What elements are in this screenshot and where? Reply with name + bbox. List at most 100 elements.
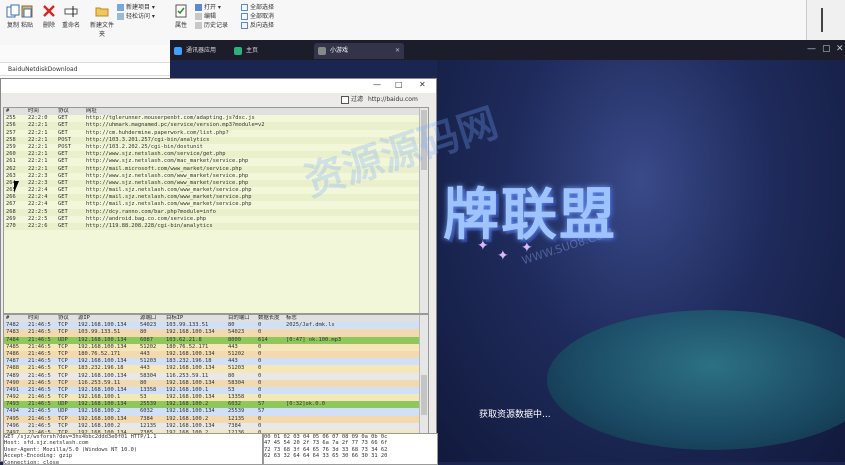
table-row[interactable]: 269 22:2:5 GET http://android.bag.co.com/se… [4, 216, 428, 223]
table-row[interactable]: 7493 21:46:5 UDP 192.168.100.134 25539 192.16… [4, 401, 428, 409]
column-header[interactable]: # [4, 315, 26, 322]
tab-game[interactable]: 小游戏 ✕ [314, 43, 404, 59]
table-row[interactable]: 258 22:2:1 POST http://103.3.201.257/cgi-bi… [4, 136, 428, 144]
table-cell: 0 [258, 343, 262, 350]
table-cell: 192.168.100.134 [166, 408, 215, 415]
maximize-icon[interactable]: ▢ [822, 44, 831, 54]
table-cell: 53 [228, 386, 235, 393]
tab-home[interactable]: 主页 [230, 43, 290, 59]
http-request-list[interactable]: # 时间 协议 网址 255 22:2:0 GET http://tglerunner… [3, 107, 429, 314]
open-button[interactable]: 打开 ▾ [195, 3, 228, 12]
history-button[interactable]: 历史记录 [195, 21, 228, 30]
close-tab-icon[interactable]: ✕ [395, 43, 400, 59]
table-row[interactable]: 264 22:2:3 GET http://www.sjz.netslash.com/… [4, 179, 428, 188]
table-row[interactable]: 267 22:2:4 GET http://mail.sjz.netslash.com… [4, 201, 428, 208]
table-row[interactable]: 7484 21:46:5 UDP 192.168.100.134 6087 103.62.… [4, 336, 428, 344]
table-row[interactable]: 266 22:2:4 GET http://mail.sjz.netslash.com… [4, 194, 428, 202]
column-header[interactable]: 时间 [26, 108, 56, 115]
column-header[interactable]: 协议 [56, 315, 76, 322]
paste-button[interactable]: 粘贴 [16, 4, 38, 29]
lower-scrollbar[interactable] [419, 315, 428, 433]
upper-scrollbar[interactable] [419, 108, 428, 313]
side-panel [806, 0, 845, 40]
column-header[interactable]: 标志 [284, 315, 420, 322]
column-header[interactable]: 协议 [56, 108, 84, 115]
table-row[interactable]: 260 22:2:1 GET http://www.sjz.netslash.com/… [4, 151, 428, 159]
table-row[interactable]: 261 22:2:1 GET http://www.sjz.netslash.com/… [4, 158, 428, 165]
table-cell: 258 [6, 136, 16, 143]
hex-dump-pane[interactable]: 00 01 02 03 04 05 06 07 08 09 0a 0b 0c 4… [263, 433, 438, 465]
table-row[interactable]: 7486 21:46:5 TCP 180.76.52.171 443 192.168.10… [4, 350, 428, 359]
table-row[interactable]: 7490 21:46:5 TCP 116.253.59.11 80 192.168.100… [4, 379, 428, 387]
edit-button[interactable]: 编辑 [195, 12, 228, 21]
upper-grid-header: # 时间 协议 网址 [4, 108, 428, 116]
table-row[interactable]: 7488 21:46:5 TCP 183.232.196.18 443 192.168.1… [4, 365, 428, 373]
close-window-icon[interactable]: ✕ [836, 44, 844, 54]
table-cell: 443 [228, 358, 238, 365]
table-row[interactable]: 7483 21:46:5 TCP 103.99.133.51 80 192.168.100… [4, 329, 428, 337]
table-row[interactable]: 265 22:2:4 GET http://mail.sjz.netslash.com… [4, 187, 428, 194]
table-cell: 7489 [6, 372, 19, 379]
game-viewport[interactable]: 牌联盟 ✦ ✦ ✦ 获取资源数据中... [437, 60, 845, 462]
column-header[interactable]: 数据长度 [256, 315, 284, 322]
properties-button[interactable]: 属性 [170, 4, 192, 29]
close-icon[interactable]: ✕ [419, 80, 426, 89]
maximize-icon[interactable]: □ [395, 80, 403, 89]
column-header[interactable]: 目标IP [164, 315, 226, 322]
request-detail-pane[interactable]: GET /sjz/wsforsh?dev=3hs4bbc2ddd3e0f01 H… [3, 433, 263, 465]
table-cell: 6032 [228, 401, 241, 408]
column-header[interactable]: 源IP [76, 315, 138, 322]
table-row[interactable]: 7487 21:46:5 TCP 192.168.100.134 51203 183.23… [4, 358, 428, 366]
table-cell: 22:2:5 [28, 208, 48, 215]
table-row[interactable]: 7492 21:46:5 TCP 192.168.100.1 53 192.168.100… [4, 394, 428, 402]
column-header[interactable]: 时间 [26, 315, 56, 322]
table-row[interactable]: 7496 21:46:5 TCP 192.168.100.2 12135 192.168.… [4, 422, 428, 430]
table-row[interactable]: 255 22:2:0 GET http://tglerunner.mouserpenb… [4, 115, 428, 122]
column-header[interactable]: # [4, 108, 26, 115]
table-cell: 116.253.59.11 [78, 379, 121, 386]
table-cell: 256 [6, 122, 16, 129]
table-row[interactable]: 256 22:2:1 GET http://uhmark.magnamed.pc/se… [4, 122, 428, 130]
table-row[interactable]: 262 22:2:1 GET http://mail.microsoft.com/ww… [4, 165, 428, 173]
table-row[interactable]: 7495 21:46:5 TCP 192.168.100.134 7384 192.168… [4, 415, 428, 423]
rename-button[interactable]: 重命名 [60, 4, 82, 29]
delete-button[interactable]: 删除 [38, 4, 60, 29]
table-row[interactable]: 263 22:2:3 GET http://www.sjz.netslash.com/… [4, 173, 428, 180]
select-all-button[interactable]: 全部选择 [241, 3, 274, 12]
table-row[interactable]: 257 22:2:1 GET http://cm.huhdermine.paperwo… [4, 130, 428, 137]
tab-comm-app[interactable]: 通讯器应用 [170, 43, 230, 59]
table-row[interactable]: 7491 21:46:5 TCP 192.168.100.134 13358 192.16… [4, 386, 428, 395]
table-row[interactable]: 270 22:2:6 GET http://119.88.208.228/cgi-bi… [4, 223, 428, 231]
new-folder-button[interactable]: 新建文件夹 [90, 4, 114, 38]
table-row[interactable]: 7482 21:46:5 TCP 192.168.100.134 54023 103.99… [4, 322, 428, 330]
table-row[interactable]: 7485 21:46:5 TCP 192.168.100.134 51202 180.76… [4, 343, 428, 351]
table-cell: http://dcy.ranno.com/bar.php?module=info [86, 208, 216, 215]
tab-favicon-icon [174, 47, 182, 55]
properties-icon [175, 4, 187, 18]
filter-checkbox[interactable] [341, 95, 349, 104]
column-header[interactable]: 网址 [84, 108, 414, 115]
address-bar[interactable]: BaiduNetdiskDownload [0, 62, 170, 76]
table-row[interactable]: 7494 21:46:5 UDP 192.168.100.2 6032 192.168.1… [4, 408, 428, 416]
column-header[interactable]: 目的端口 [226, 315, 256, 322]
column-header[interactable]: 源端口 [138, 315, 164, 322]
table-cell: 8000 [228, 336, 241, 343]
table-cell: 54023 [228, 329, 245, 336]
table-cell: 22:2:4 [28, 194, 48, 201]
easy-access-icon [117, 13, 124, 20]
minimize-icon[interactable]: — [807, 44, 816, 54]
packet-list[interactable]: # 时间 协议 源IP 源端口 目标IP 目的端口 数据长度 标志 7482 21… [3, 314, 429, 434]
table-cell: 192.168.100.134 [78, 358, 127, 365]
new-item-button[interactable]: 新建项目 ▾ [117, 3, 155, 12]
scroll-thumb[interactable] [421, 375, 427, 415]
easy-access-button[interactable]: 轻松访问 ▾ [117, 12, 155, 21]
scroll-thumb[interactable] [421, 110, 427, 170]
table-row[interactable]: 7489 21:46:5 TCP 192.168.100.134 58304 116.25… [4, 372, 428, 380]
table-row[interactable]: 268 22:2:5 GET http://dcy.ranno.com/bar.php… [4, 208, 428, 216]
minimize-icon[interactable]: — [373, 80, 381, 89]
select-none-button[interactable]: 全部取消 [241, 12, 274, 21]
table-cell: TCP [58, 350, 68, 357]
invert-selection-button[interactable]: 反向选择 [241, 21, 274, 30]
filter-input[interactable]: http://baidu.com [368, 96, 418, 103]
table-row[interactable]: 259 22:2:1 POST http://103.2.202.25/cgi-bin… [4, 144, 428, 151]
